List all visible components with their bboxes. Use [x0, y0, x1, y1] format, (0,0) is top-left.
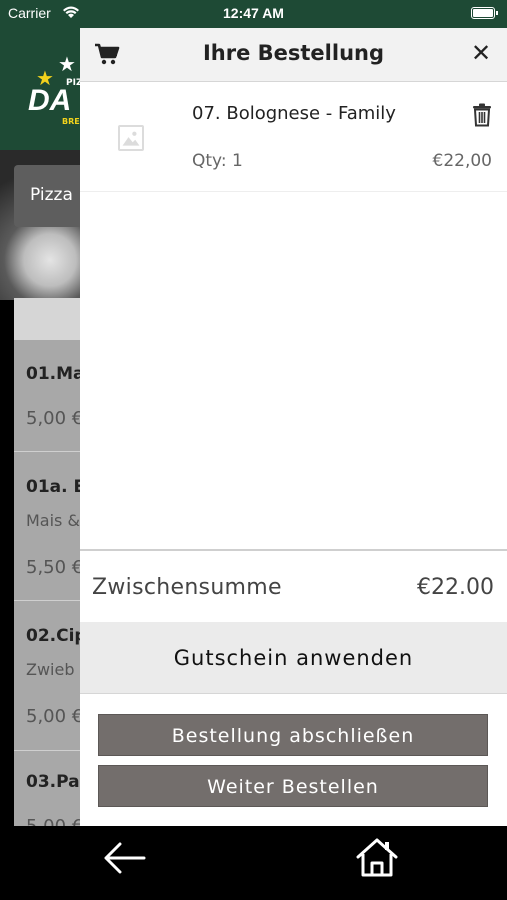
- apply-voucher-button[interactable]: Gutschein anwenden: [80, 622, 507, 694]
- restaurant-logo: ★ ★ PIZ DA BRE: [26, 54, 86, 134]
- cart-item-qty: Qty: 1: [192, 151, 243, 171]
- cart-title: Ihre Bestellung: [202, 41, 385, 65]
- subtotal-value: €22.00: [417, 575, 494, 600]
- cart-item-price: €22,00: [432, 151, 492, 171]
- trash-icon[interactable]: [471, 103, 493, 127]
- menu-item-title: 01a. E: [26, 477, 86, 497]
- battery-icon: [471, 7, 498, 19]
- home-icon[interactable]: [355, 836, 399, 878]
- cart-item-row: 07. Bolognese - Family Qty: 1 €22,00: [80, 83, 507, 192]
- logo-text: DA: [28, 84, 72, 117]
- logo-bottom-text: BRE: [62, 117, 80, 126]
- subtotal-row: Zwischensumme €22.00: [80, 549, 507, 621]
- status-bar: Carrier 12:47 AM: [0, 0, 507, 28]
- menu-item-price: 5,50 €: [26, 557, 84, 578]
- menu-item-price: 5,00 €: [26, 408, 84, 429]
- menu-item-title: 02.Cip: [26, 626, 87, 646]
- menu-item-title: 03.Pa: [26, 772, 80, 792]
- menu-item-price: 5,00 €: [26, 706, 84, 727]
- image-placeholder-icon: [118, 125, 144, 151]
- menu-item-description: Zwieb: [26, 660, 75, 679]
- menu-item-description: Mais &: [26, 511, 80, 530]
- menu-item-price: 5,00 €: [26, 816, 83, 826]
- back-arrow-icon[interactable]: [102, 840, 148, 876]
- bottom-nav: [0, 826, 507, 900]
- subtotal-label: Zwischensumme: [92, 575, 282, 600]
- cart-item-name: 07. Bolognese - Family: [192, 103, 396, 124]
- continue-shopping-button[interactable]: Weiter Bestellen: [98, 765, 488, 807]
- menu-item-title: 01.Ma: [26, 364, 85, 384]
- white-star-icon: ★: [58, 52, 76, 76]
- checkout-button[interactable]: Bestellung abschließen: [98, 714, 488, 756]
- cart-header: Ihre Bestellung ✕: [80, 25, 507, 82]
- cart-panel: Ihre Bestellung ✕ 07. Bolognese - Family…: [80, 25, 507, 826]
- clock: 12:47 AM: [223, 5, 284, 21]
- close-icon[interactable]: ✕: [467, 38, 495, 68]
